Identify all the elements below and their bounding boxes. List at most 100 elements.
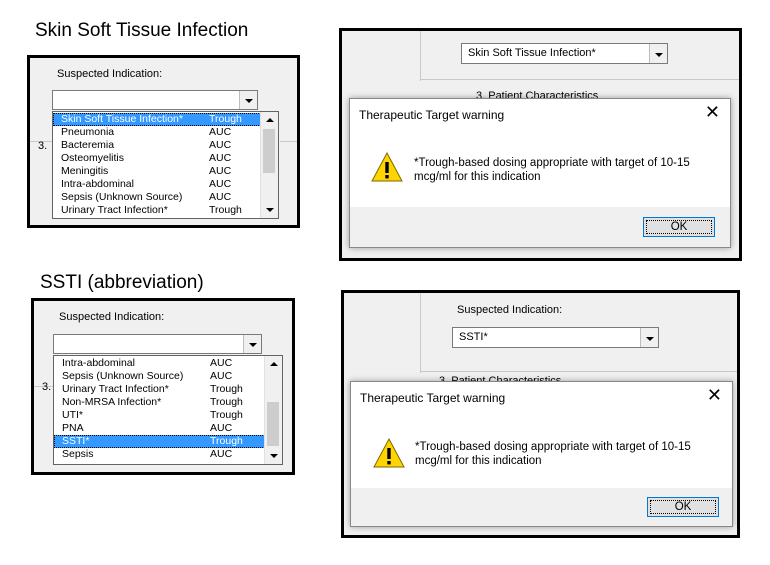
combobox-value: Skin Soft Tissue Infection* bbox=[468, 47, 596, 59]
scrollbar[interactable] bbox=[260, 112, 278, 218]
message-line-2: mcg/ml for this indication bbox=[414, 171, 541, 183]
dropdown-panel-2: Suspected Indication: 3. Intra-abdominal… bbox=[31, 298, 295, 475]
dropdown-option[interactable]: Bacteremia AUC bbox=[53, 139, 261, 152]
section-number: 3. bbox=[42, 381, 52, 393]
warning-panel-1: Skin Soft Tissue Infection* 3. Patient C… bbox=[339, 28, 742, 261]
divider bbox=[420, 371, 737, 372]
scroll-thumb[interactable] bbox=[263, 129, 275, 173]
combobox-value: SSTI* bbox=[459, 331, 488, 343]
message-line-1: *Trough-based dosing appropriate with ta… bbox=[414, 157, 690, 169]
divider bbox=[420, 293, 421, 373]
warning-panel-2: Suspected Indication: SSTI* 3. Patient C… bbox=[341, 290, 740, 538]
dropdown-option[interactable]: Intra-abdominal AUC bbox=[54, 357, 265, 370]
dialog-footer: OK bbox=[351, 488, 732, 526]
option-name: Intra-abdominal bbox=[62, 357, 135, 369]
option-name: PNA bbox=[62, 422, 84, 434]
dropdown-option[interactable]: Meningitis AUC bbox=[53, 165, 261, 178]
dropdown-option[interactable]: UTI* Trough bbox=[54, 409, 265, 422]
therapeutic-target-dialog: Therapeutic Target warning ✕ *Trough-bas… bbox=[349, 98, 731, 248]
suspected-indication-label: Suspected Indication: bbox=[59, 311, 165, 323]
option-method: AUC bbox=[210, 448, 233, 460]
option-method: Trough bbox=[210, 435, 243, 447]
dropdown-option[interactable]: Sepsis AUC bbox=[54, 448, 265, 461]
option-name: Sepsis bbox=[62, 448, 94, 460]
dropdown-option[interactable]: PNA AUC bbox=[54, 422, 265, 435]
dropdown-option[interactable]: Urinary Tract Infection* Trough bbox=[53, 204, 261, 217]
option-name: UTI* bbox=[62, 409, 83, 421]
option-name: Urinary Tract Infection* bbox=[61, 204, 168, 216]
option-name: Non-MRSA Infection* bbox=[62, 396, 162, 408]
option-method: Trough bbox=[210, 383, 243, 395]
therapeutic-target-dialog: Therapeutic Target warning ✕ *Trough-bas… bbox=[350, 381, 733, 527]
option-method: Trough bbox=[209, 204, 242, 216]
scroll-down-icon[interactable] bbox=[261, 202, 277, 218]
option-method: Trough bbox=[210, 409, 243, 421]
close-icon[interactable]: ✕ bbox=[707, 386, 722, 404]
indication-combobox[interactable] bbox=[53, 334, 262, 354]
option-name: Osteomyelitis bbox=[61, 152, 125, 164]
option-method: AUC bbox=[210, 357, 233, 369]
warning-triangle-icon bbox=[373, 437, 405, 468]
indication-combobox[interactable] bbox=[52, 90, 258, 110]
scroll-up-icon[interactable] bbox=[265, 356, 281, 372]
option-name: Bacteremia bbox=[61, 139, 115, 151]
option-method: AUC bbox=[209, 178, 232, 190]
dialog-message: *Trough-based dosing appropriate with ta… bbox=[415, 440, 725, 468]
chevron-down-icon[interactable] bbox=[243, 335, 261, 353]
option-name: Meningitis bbox=[61, 165, 109, 177]
indication-dropdown-list[interactable]: Intra-abdominal AUC Sepsis (Unknown Source… bbox=[53, 355, 283, 465]
dialog-footer: OK bbox=[350, 207, 730, 247]
indication-combobox[interactable]: SSTI* bbox=[452, 327, 659, 348]
section-title-ssti-full: Skin Soft Tissue Infection bbox=[35, 20, 249, 41]
dropdown-option[interactable]: Osteomyelitis AUC bbox=[53, 152, 261, 165]
option-name: Intra-abdominal bbox=[61, 178, 134, 190]
option-name: Sepsis (Unknown Source) bbox=[61, 191, 183, 203]
indication-combobox[interactable]: Skin Soft Tissue Infection* bbox=[461, 43, 668, 64]
option-method: AUC bbox=[209, 126, 232, 138]
suspected-indication-label: Suspected Indication: bbox=[57, 68, 163, 80]
option-name: Urinary Tract Infection* bbox=[62, 383, 169, 395]
dialog-message: *Trough-based dosing appropriate with ta… bbox=[414, 156, 724, 184]
warning-triangle-icon bbox=[371, 151, 403, 182]
divider bbox=[420, 79, 739, 80]
option-method: Trough bbox=[209, 113, 242, 125]
dropdown-option[interactable]: Non-MRSA Infection* Trough bbox=[54, 396, 265, 409]
option-method: AUC bbox=[210, 422, 233, 434]
option-method: AUC bbox=[209, 139, 232, 151]
scroll-thumb[interactable] bbox=[267, 402, 279, 446]
option-name: Skin Soft Tissue Infection* bbox=[61, 113, 183, 125]
dropdown-option[interactable]: Sepsis (Unknown Source) AUC bbox=[54, 370, 265, 383]
option-method: AUC bbox=[209, 165, 232, 177]
option-name: SSTI* bbox=[62, 435, 90, 447]
option-method: AUC bbox=[210, 370, 233, 382]
option-name: Pneumonia bbox=[61, 126, 115, 138]
dialog-title: Therapeutic Target warning bbox=[359, 108, 505, 122]
chevron-down-icon[interactable] bbox=[640, 328, 658, 347]
message-line-2: mcg/ml for this indication bbox=[415, 455, 542, 467]
ok-button[interactable]: OK bbox=[647, 497, 719, 517]
option-method: AUC bbox=[209, 191, 232, 203]
option-method: Trough bbox=[210, 396, 243, 408]
chevron-down-icon[interactable] bbox=[649, 44, 667, 63]
divider bbox=[420, 31, 421, 81]
dropdown-option[interactable]: Skin Soft Tissue Infection* Trough bbox=[53, 113, 261, 126]
suspected-indication-label: Suspected Indication: bbox=[457, 304, 563, 316]
scroll-up-icon[interactable] bbox=[261, 112, 277, 128]
dropdown-option[interactable]: Sepsis (Unknown Source) AUC bbox=[53, 191, 261, 204]
section-title-ssti-abbrev: SSTI (abbreviation) bbox=[40, 272, 204, 293]
dropdown-panel-1: Suspected Indication: 3. Skin Soft Tissu… bbox=[27, 55, 300, 228]
chevron-down-icon[interactable] bbox=[239, 91, 257, 109]
dropdown-option[interactable]: SSTI* Trough bbox=[54, 435, 265, 448]
dropdown-option[interactable]: Intra-abdominal AUC bbox=[53, 178, 261, 191]
dropdown-option[interactable]: Urinary Tract Infection* Trough bbox=[54, 383, 265, 396]
option-method: AUC bbox=[209, 152, 232, 164]
message-line-1: *Trough-based dosing appropriate with ta… bbox=[415, 441, 691, 453]
option-name: Sepsis (Unknown Source) bbox=[62, 370, 184, 382]
scroll-down-icon[interactable] bbox=[265, 448, 281, 464]
scrollbar[interactable] bbox=[264, 356, 282, 464]
dropdown-option[interactable]: Pneumonia AUC bbox=[53, 126, 261, 139]
section-number: 3. bbox=[38, 140, 48, 152]
ok-button[interactable]: OK bbox=[643, 217, 715, 237]
close-icon[interactable]: ✕ bbox=[705, 103, 720, 121]
indication-dropdown-list[interactable]: Skin Soft Tissue Infection* Trough Pneumon… bbox=[52, 111, 279, 219]
